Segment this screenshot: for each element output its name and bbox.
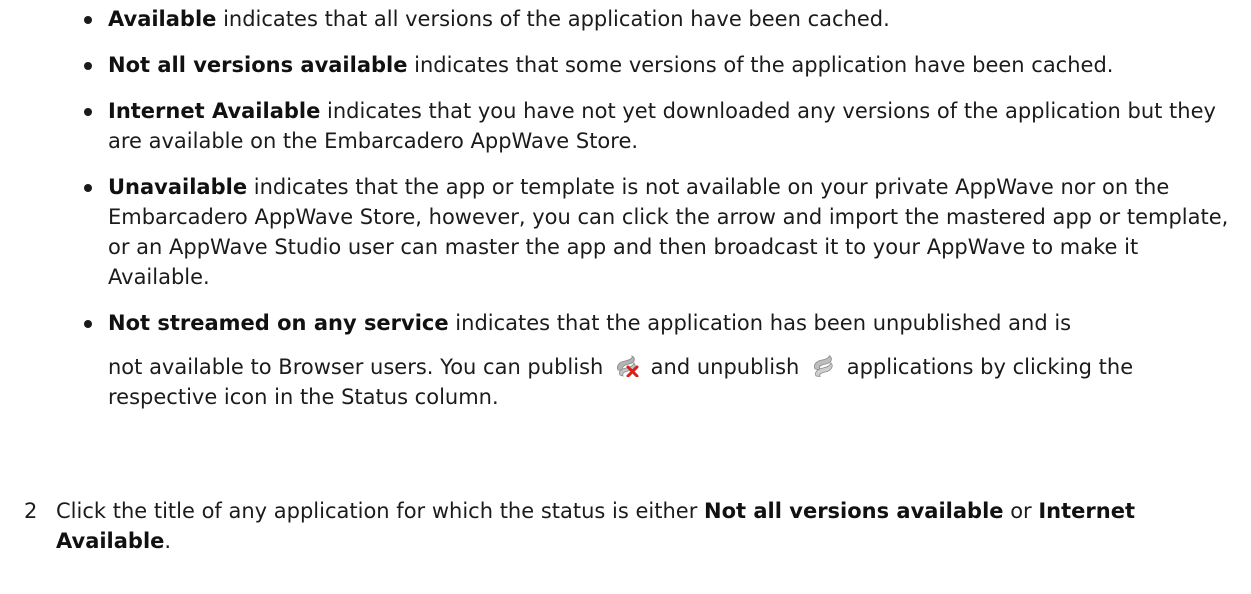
term-unavailable: Unavailable: [108, 175, 248, 199]
definition-text: indicates that the application has been …: [448, 311, 1072, 335]
bullet-dot: [84, 62, 92, 70]
step-text-part: or: [1003, 499, 1039, 523]
definition-text: indicates that all versions of the appli…: [216, 7, 890, 31]
bullet-dot: [84, 184, 92, 192]
publish-icon: [614, 355, 640, 378]
term-available: Available: [108, 7, 217, 31]
definition-text: not available to Browser users. You can …: [108, 355, 610, 379]
term-not-all-versions-available: Not all versions available: [704, 499, 1004, 523]
bullet-dot: [84, 108, 92, 116]
unpublish-icon: [810, 355, 836, 377]
step-text: Click the title of any application for w…: [56, 496, 1224, 556]
term-not-streamed-on-any-service: Not streamed on any service: [108, 311, 449, 335]
step-text-part: .: [164, 529, 172, 553]
list-item: Unavailable indicates that the app or te…: [80, 172, 1245, 292]
list-item: Internet Available indicates that you ha…: [80, 96, 1245, 156]
bullet-dot: [84, 16, 92, 24]
definition-continuation: not available to Browser users. You can …: [108, 352, 1245, 412]
list-item: Not streamed on any service indicates th…: [80, 308, 1245, 412]
list-item: Available indicates that all versions of…: [80, 4, 1245, 34]
document-page: Available indicates that all versions of…: [0, 0, 1251, 594]
definition-text: indicates that some versions of the appl…: [407, 53, 1114, 77]
step-number: 2: [24, 499, 38, 523]
term-not-all-versions-available: Not all versions available: [108, 53, 408, 77]
step-text-part: Click the title of any application for w…: [56, 499, 705, 523]
definition-text: and unpublish: [644, 355, 807, 379]
term-internet-available: Internet Available: [108, 99, 321, 123]
bullet-dot: [84, 320, 92, 328]
step-2: 2 Click the title of any application for…: [24, 496, 1224, 556]
status-definitions-list: Available indicates that all versions of…: [80, 4, 1245, 428]
list-item: Not all versions available indicates tha…: [80, 50, 1245, 80]
definition-text: indicates that the app or template is no…: [108, 175, 1229, 289]
